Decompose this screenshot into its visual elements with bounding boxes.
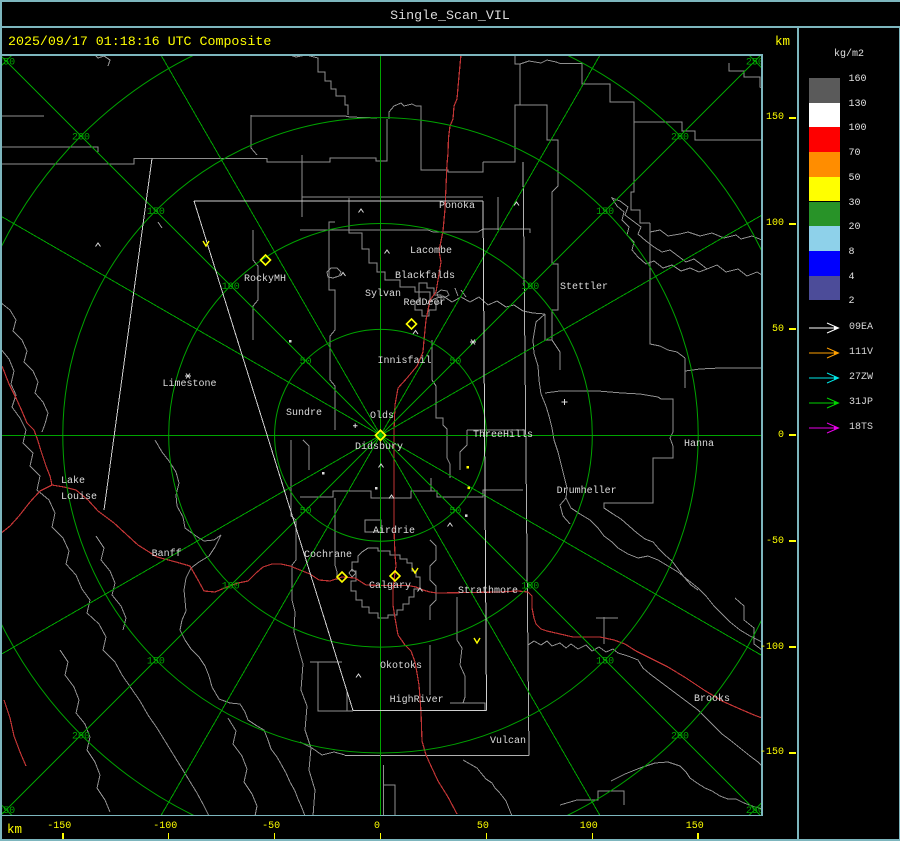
svg-text:150: 150	[147, 656, 165, 667]
svg-text:200: 200	[671, 132, 689, 143]
svg-text:200: 200	[72, 731, 90, 742]
svg-text:50: 50	[300, 507, 312, 518]
svg-text:200: 200	[72, 132, 90, 143]
svg-text:200: 200	[671, 731, 689, 742]
svg-text:100: 100	[521, 282, 539, 293]
svg-text:150: 150	[596, 656, 614, 667]
svg-text:150: 150	[147, 207, 165, 218]
svg-text:50: 50	[449, 357, 461, 368]
svg-text:100: 100	[222, 282, 240, 293]
svg-text:100: 100	[521, 582, 539, 593]
svg-text:150: 150	[596, 207, 614, 218]
svg-text:50: 50	[300, 357, 312, 368]
svg-text:50: 50	[449, 507, 461, 518]
svg-text:250: 250	[0, 57, 15, 68]
svg-text:100: 100	[222, 582, 240, 593]
